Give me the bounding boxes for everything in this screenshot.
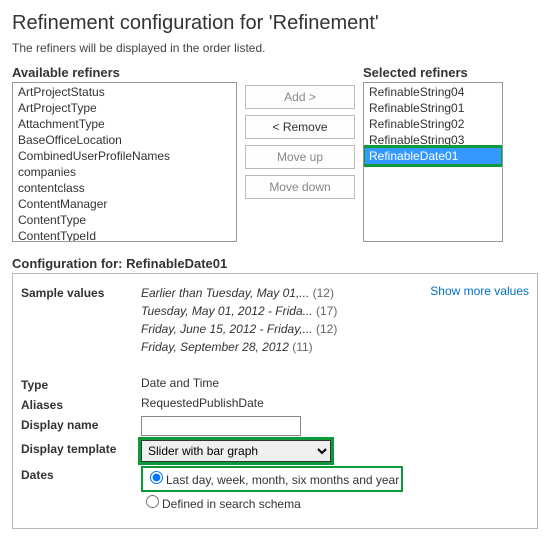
selected-listbox[interactable]: RefinableString04RefinableString01Refina…: [363, 82, 503, 242]
moveup-button[interactable]: Move up: [245, 145, 355, 169]
sample-row: Friday, June 15, 2012 - Friday,... (12): [141, 320, 529, 338]
page-subtitle: The refiners will be displayed in the or…: [12, 41, 538, 55]
list-item[interactable]: ContentManager: [14, 196, 235, 212]
sample-row: Friday, September 28, 2012 (11): [141, 338, 529, 356]
template-select[interactable]: Slider with bar graph: [141, 440, 331, 462]
sample-row: Tuesday, May 01, 2012 - Frida... (17): [141, 302, 529, 320]
list-item[interactable]: ArtProjectType: [14, 100, 235, 116]
type-label: Type: [21, 376, 141, 392]
available-listbox[interactable]: ArtProjectStatusArtProjectTypeAttachment…: [12, 82, 237, 242]
dates-label: Dates: [21, 466, 141, 482]
available-column: Available refiners ArtProjectStatusArtPr…: [12, 65, 237, 242]
list-item[interactable]: contentclass: [14, 180, 235, 196]
list-item[interactable]: CombinedUserProfileNames: [14, 148, 235, 164]
list-item[interactable]: RefinableDate01: [365, 148, 501, 164]
list-item[interactable]: BaseOfficeLocation: [14, 132, 235, 148]
page-title: Refinement configuration for 'Refinement…: [12, 12, 538, 35]
aliases-label: Aliases: [21, 396, 141, 412]
dates-radio-group: Last day, week, month, six months and ye…: [141, 466, 529, 514]
refiner-picker: Available refiners ArtProjectStatusArtPr…: [12, 65, 538, 242]
list-item[interactable]: RefinableString02: [365, 116, 501, 132]
list-item[interactable]: AttachmentType: [14, 116, 235, 132]
movedown-button[interactable]: Move down: [245, 175, 355, 199]
dates-option-2[interactable]: Defined in search schema: [141, 492, 529, 514]
displayname-label: Display name: [21, 416, 141, 432]
add-button[interactable]: Add >: [245, 85, 355, 109]
list-item[interactable]: companies: [14, 164, 235, 180]
sample-values-label: Sample values: [21, 284, 141, 300]
template-label: Display template: [21, 440, 141, 456]
aliases-value: RequestedPublishDate: [141, 396, 529, 410]
selected-label: Selected refiners: [363, 65, 503, 80]
type-value: Date and Time: [141, 376, 529, 390]
config-section-title: Configuration for: RefinableDate01: [12, 256, 538, 271]
selected-column: Selected refiners RefinableString04Refin…: [363, 65, 503, 242]
remove-button[interactable]: < Remove: [245, 115, 355, 139]
list-item[interactable]: ArtProjectStatus: [14, 84, 235, 100]
list-item[interactable]: ContentType: [14, 212, 235, 228]
show-more-link[interactable]: Show more values: [430, 284, 529, 298]
list-item[interactable]: RefinableString01: [365, 100, 501, 116]
dates-radio-1[interactable]: [150, 471, 163, 484]
move-buttons: Add > < Remove Move up Move down: [245, 85, 355, 199]
config-panel: Sample values Show more values Earlier t…: [12, 273, 538, 529]
dates-radio-2[interactable]: [146, 495, 159, 508]
list-item[interactable]: RefinableString04: [365, 84, 501, 100]
list-item[interactable]: RefinableString03: [365, 132, 501, 148]
displayname-input[interactable]: [141, 416, 301, 436]
dates-option-1[interactable]: Last day, week, month, six months and ye…: [145, 468, 399, 490]
available-label: Available refiners: [12, 65, 237, 80]
list-item[interactable]: ContentTypeId: [14, 228, 235, 242]
